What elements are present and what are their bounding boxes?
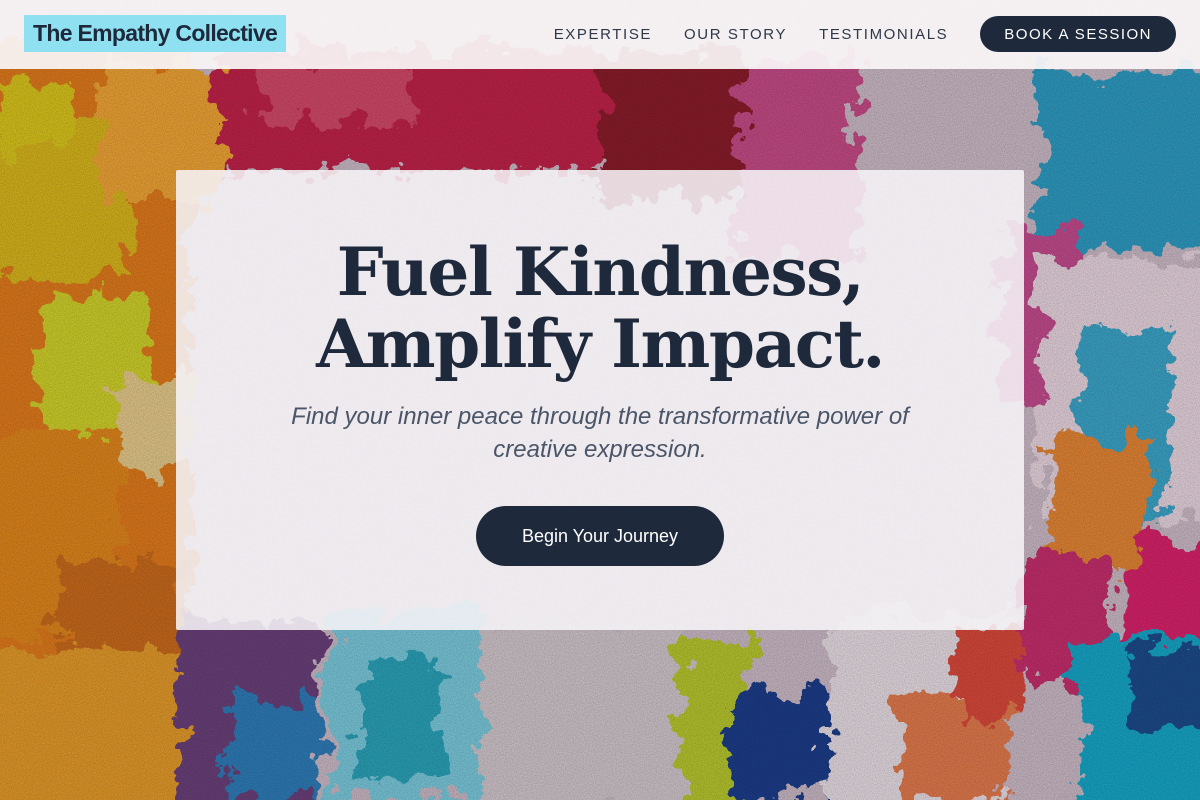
nav-link-our-story[interactable]: OUR STORY	[684, 26, 787, 43]
main-nav: EXPERTISE OUR STORY TESTIMONIALS BOOK A …	[554, 16, 1176, 52]
hero-card: Fuel Kindness, Amplify Impact. Find your…	[176, 170, 1024, 630]
landing-page: The Empathy Collective EXPERTISE OUR STO…	[0, 0, 1200, 800]
site-header: The Empathy Collective EXPERTISE OUR STO…	[0, 0, 1200, 69]
book-session-button[interactable]: BOOK A SESSION	[980, 16, 1176, 52]
hero-title-line-1: Fuel Kindness,	[336, 233, 865, 311]
hero-subtitle: Find your inner peace through the transf…	[291, 403, 909, 463]
site-logo[interactable]: The Empathy Collective	[24, 15, 287, 52]
begin-journey-button[interactable]: Begin Your Journey	[476, 506, 724, 566]
hero-title: Fuel Kindness, Amplify Impact.	[176, 236, 1024, 380]
nav-link-expertise[interactable]: EXPERTISE	[554, 26, 652, 43]
nav-link-testimonials[interactable]: TESTIMONIALS	[819, 26, 948, 43]
hero-title-line-2: Amplify Impact.	[316, 305, 885, 383]
